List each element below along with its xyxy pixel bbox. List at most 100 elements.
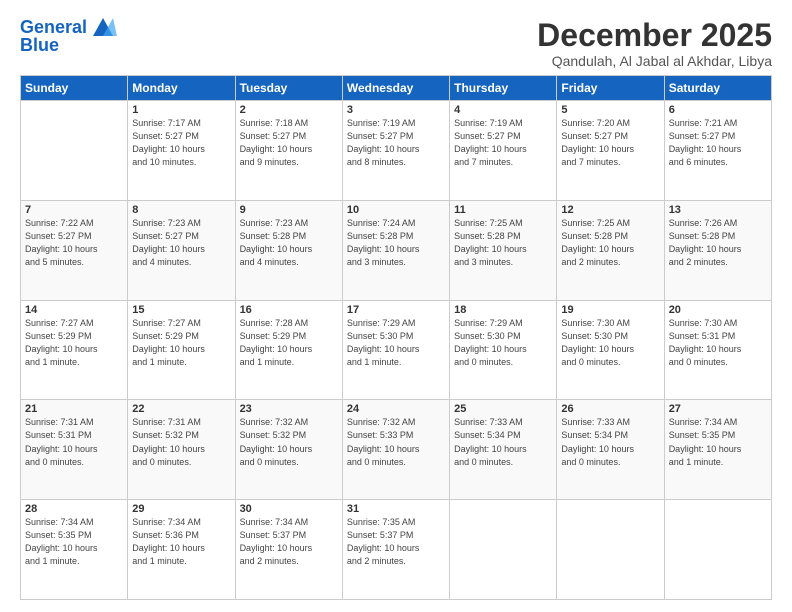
logo-text: General: [20, 18, 87, 36]
day-info: Sunrise: 7:30 AM Sunset: 5:30 PM Dayligh…: [561, 317, 659, 369]
day-info: Sunrise: 7:32 AM Sunset: 5:33 PM Dayligh…: [347, 416, 445, 468]
day-number: 28: [25, 503, 123, 515]
day-info: Sunrise: 7:32 AM Sunset: 5:32 PM Dayligh…: [240, 416, 338, 468]
table-row: [450, 500, 557, 600]
day-info: Sunrise: 7:23 AM Sunset: 5:27 PM Dayligh…: [132, 217, 230, 269]
day-number: 25: [454, 403, 552, 415]
day-info: Sunrise: 7:34 AM Sunset: 5:36 PM Dayligh…: [132, 516, 230, 568]
table-row: 31Sunrise: 7:35 AM Sunset: 5:37 PM Dayli…: [342, 500, 449, 600]
table-row: 1Sunrise: 7:17 AM Sunset: 5:27 PM Daylig…: [128, 101, 235, 201]
calendar-week-row: 28Sunrise: 7:34 AM Sunset: 5:35 PM Dayli…: [21, 500, 772, 600]
table-row: 10Sunrise: 7:24 AM Sunset: 5:28 PM Dayli…: [342, 200, 449, 300]
table-row: 29Sunrise: 7:34 AM Sunset: 5:36 PM Dayli…: [128, 500, 235, 600]
day-info: Sunrise: 7:33 AM Sunset: 5:34 PM Dayligh…: [561, 416, 659, 468]
table-row: [21, 101, 128, 201]
col-monday: Monday: [128, 76, 235, 101]
day-number: 8: [132, 204, 230, 216]
day-info: Sunrise: 7:17 AM Sunset: 5:27 PM Dayligh…: [132, 117, 230, 169]
calendar-week-row: 1Sunrise: 7:17 AM Sunset: 5:27 PM Daylig…: [21, 101, 772, 201]
calendar-header-row: Sunday Monday Tuesday Wednesday Thursday…: [21, 76, 772, 101]
table-row: 2Sunrise: 7:18 AM Sunset: 5:27 PM Daylig…: [235, 101, 342, 201]
day-info: Sunrise: 7:24 AM Sunset: 5:28 PM Dayligh…: [347, 217, 445, 269]
col-sunday: Sunday: [21, 76, 128, 101]
month-title: December 2025: [537, 18, 772, 53]
day-number: 29: [132, 503, 230, 515]
day-info: Sunrise: 7:31 AM Sunset: 5:31 PM Dayligh…: [25, 416, 123, 468]
header: General Blue December 2025 Qandulah, Al …: [20, 18, 772, 69]
day-info: Sunrise: 7:27 AM Sunset: 5:29 PM Dayligh…: [132, 317, 230, 369]
table-row: 24Sunrise: 7:32 AM Sunset: 5:33 PM Dayli…: [342, 400, 449, 500]
day-info: Sunrise: 7:35 AM Sunset: 5:37 PM Dayligh…: [347, 516, 445, 568]
day-number: 13: [669, 204, 767, 216]
col-wednesday: Wednesday: [342, 76, 449, 101]
day-number: 24: [347, 403, 445, 415]
day-info: Sunrise: 7:30 AM Sunset: 5:31 PM Dayligh…: [669, 317, 767, 369]
day-number: 17: [347, 304, 445, 316]
day-number: 12: [561, 204, 659, 216]
table-row: 3Sunrise: 7:19 AM Sunset: 5:27 PM Daylig…: [342, 101, 449, 201]
title-block: December 2025 Qandulah, Al Jabal al Akhd…: [537, 18, 772, 69]
day-number: 9: [240, 204, 338, 216]
table-row: [557, 500, 664, 600]
day-info: Sunrise: 7:26 AM Sunset: 5:28 PM Dayligh…: [669, 217, 767, 269]
table-row: 17Sunrise: 7:29 AM Sunset: 5:30 PM Dayli…: [342, 300, 449, 400]
day-number: 22: [132, 403, 230, 415]
table-row: 4Sunrise: 7:19 AM Sunset: 5:27 PM Daylig…: [450, 101, 557, 201]
table-row: 20Sunrise: 7:30 AM Sunset: 5:31 PM Dayli…: [664, 300, 771, 400]
table-row: 30Sunrise: 7:34 AM Sunset: 5:37 PM Dayli…: [235, 500, 342, 600]
table-row: 11Sunrise: 7:25 AM Sunset: 5:28 PM Dayli…: [450, 200, 557, 300]
day-number: 30: [240, 503, 338, 515]
day-info: Sunrise: 7:33 AM Sunset: 5:34 PM Dayligh…: [454, 416, 552, 468]
day-info: Sunrise: 7:29 AM Sunset: 5:30 PM Dayligh…: [347, 317, 445, 369]
calendar-week-row: 7Sunrise: 7:22 AM Sunset: 5:27 PM Daylig…: [21, 200, 772, 300]
col-friday: Friday: [557, 76, 664, 101]
day-number: 26: [561, 403, 659, 415]
day-info: Sunrise: 7:20 AM Sunset: 5:27 PM Dayligh…: [561, 117, 659, 169]
day-info: Sunrise: 7:23 AM Sunset: 5:28 PM Dayligh…: [240, 217, 338, 269]
day-number: 16: [240, 304, 338, 316]
logo-blue: Blue: [20, 36, 59, 54]
day-info: Sunrise: 7:19 AM Sunset: 5:27 PM Dayligh…: [347, 117, 445, 169]
day-info: Sunrise: 7:22 AM Sunset: 5:27 PM Dayligh…: [25, 217, 123, 269]
location: Qandulah, Al Jabal al Akhdar, Libya: [537, 53, 772, 69]
day-info: Sunrise: 7:18 AM Sunset: 5:27 PM Dayligh…: [240, 117, 338, 169]
table-row: 27Sunrise: 7:34 AM Sunset: 5:35 PM Dayli…: [664, 400, 771, 500]
col-tuesday: Tuesday: [235, 76, 342, 101]
day-number: 7: [25, 204, 123, 216]
table-row: [664, 500, 771, 600]
day-info: Sunrise: 7:19 AM Sunset: 5:27 PM Dayligh…: [454, 117, 552, 169]
day-info: Sunrise: 7:27 AM Sunset: 5:29 PM Dayligh…: [25, 317, 123, 369]
day-info: Sunrise: 7:34 AM Sunset: 5:35 PM Dayligh…: [669, 416, 767, 468]
calendar-week-row: 21Sunrise: 7:31 AM Sunset: 5:31 PM Dayli…: [21, 400, 772, 500]
table-row: 14Sunrise: 7:27 AM Sunset: 5:29 PM Dayli…: [21, 300, 128, 400]
table-row: 9Sunrise: 7:23 AM Sunset: 5:28 PM Daylig…: [235, 200, 342, 300]
day-number: 14: [25, 304, 123, 316]
day-info: Sunrise: 7:31 AM Sunset: 5:32 PM Dayligh…: [132, 416, 230, 468]
table-row: 7Sunrise: 7:22 AM Sunset: 5:27 PM Daylig…: [21, 200, 128, 300]
col-thursday: Thursday: [450, 76, 557, 101]
day-number: 11: [454, 204, 552, 216]
page: General Blue December 2025 Qandulah, Al …: [0, 0, 792, 612]
table-row: 18Sunrise: 7:29 AM Sunset: 5:30 PM Dayli…: [450, 300, 557, 400]
table-row: 26Sunrise: 7:33 AM Sunset: 5:34 PM Dayli…: [557, 400, 664, 500]
day-info: Sunrise: 7:29 AM Sunset: 5:30 PM Dayligh…: [454, 317, 552, 369]
day-info: Sunrise: 7:21 AM Sunset: 5:27 PM Dayligh…: [669, 117, 767, 169]
table-row: 13Sunrise: 7:26 AM Sunset: 5:28 PM Dayli…: [664, 200, 771, 300]
day-number: 27: [669, 403, 767, 415]
table-row: 5Sunrise: 7:20 AM Sunset: 5:27 PM Daylig…: [557, 101, 664, 201]
day-number: 4: [454, 104, 552, 116]
day-number: 21: [25, 403, 123, 415]
day-number: 18: [454, 304, 552, 316]
col-saturday: Saturday: [664, 76, 771, 101]
day-info: Sunrise: 7:25 AM Sunset: 5:28 PM Dayligh…: [454, 217, 552, 269]
day-number: 1: [132, 104, 230, 116]
day-number: 15: [132, 304, 230, 316]
day-number: 23: [240, 403, 338, 415]
table-row: 25Sunrise: 7:33 AM Sunset: 5:34 PM Dayli…: [450, 400, 557, 500]
table-row: 22Sunrise: 7:31 AM Sunset: 5:32 PM Dayli…: [128, 400, 235, 500]
day-number: 6: [669, 104, 767, 116]
table-row: 28Sunrise: 7:34 AM Sunset: 5:35 PM Dayli…: [21, 500, 128, 600]
table-row: 19Sunrise: 7:30 AM Sunset: 5:30 PM Dayli…: [557, 300, 664, 400]
logo-icon: [89, 18, 117, 36]
day-number: 2: [240, 104, 338, 116]
